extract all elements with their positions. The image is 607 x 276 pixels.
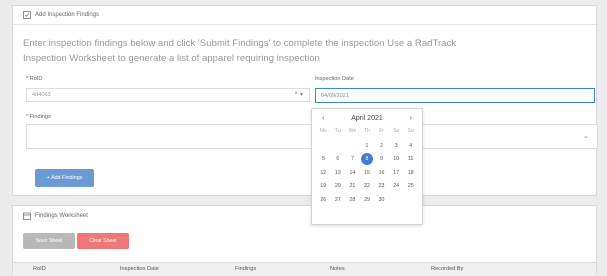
calendar-day[interactable]: 20 [331, 180, 346, 194]
chevron-down-icon[interactable]: ⌄ [583, 132, 589, 140]
col-recorded-by[interactable]: Recorded By [431, 266, 463, 272]
calendar-day[interactable]: 21 [345, 180, 360, 194]
calendar-day[interactable]: 19 [316, 180, 331, 194]
date-picker: ‹ April 2021 › Mo Tu We Th Fr Sa Su 1 2 3 4 5 6 7 8 9 10… [311, 108, 423, 225]
calendar-day[interactable]: 16 [374, 167, 389, 181]
clear-sheet-button[interactable]: Clear Sheet [77, 233, 129, 249]
weekday-label: Tu [335, 128, 341, 134]
intro-text: Enter inspection findings below and clic… [23, 38, 457, 64]
roid-select[interactable]: 4d4063 × ▾ [26, 88, 310, 102]
inspection-date-input[interactable]: 04/09/2021 [315, 88, 595, 103]
weekday-label: Mo [319, 128, 327, 134]
checklist-icon [23, 11, 31, 19]
calendar-icon [23, 212, 31, 220]
calendar-day[interactable]: 17 [389, 167, 404, 181]
calendar-day[interactable]: 22 [360, 180, 375, 194]
add-findings-panel: Add Inspection Findings Enter inspection… [12, 5, 598, 196]
weekday-label: Su [407, 128, 414, 134]
calendar-day[interactable]: 6 [331, 153, 346, 167]
calendar-day[interactable]: 24 [389, 180, 404, 194]
findings-label: * Findings [26, 114, 51, 120]
calendar-grid: Mo Tu We Th Fr Sa Su 1 2 3 4 5 6 7 8 9 10 11 12 13 14 15 16 17 1… [316, 126, 418, 208]
calendar-day[interactable]: 23 [374, 180, 389, 194]
add-findings-header: Add Inspection Findings [13, 6, 596, 25]
calendar-day[interactable]: 25 [403, 180, 418, 194]
calendar-day[interactable]: 9 [374, 153, 389, 167]
add-findings-title: Add Inspection Findings [35, 12, 100, 18]
calendar-day[interactable]: 12 [316, 167, 331, 181]
calendar-day[interactable]: 3 [389, 140, 404, 154]
inspection-date-label: Inspection Date [315, 76, 354, 82]
next-month-icon[interactable]: › [409, 114, 412, 122]
calendar-day[interactable]: 1 [360, 140, 375, 154]
calendar-day[interactable]: 4 [403, 140, 418, 154]
calendar-day[interactable]: 27 [331, 194, 346, 208]
calendar-day[interactable]: 5 [316, 153, 331, 167]
date-picker-header: ‹ April 2021 › [312, 113, 422, 123]
weekday-label: We [348, 128, 357, 134]
calendar-day[interactable]: 28 [345, 194, 360, 208]
calendar-day[interactable]: 29 [360, 194, 375, 208]
clear-icon[interactable]: × [294, 91, 298, 98]
month-label: April 2021 [351, 114, 383, 122]
save-sheet-button[interactable]: Save Sheet [23, 233, 75, 249]
calendar-day[interactable]: 2 [374, 140, 389, 154]
chevron-down-icon[interactable]: ▾ [300, 91, 303, 98]
calendar-day[interactable]: 14 [345, 167, 360, 181]
findings-worksheet-panel: Findings Worksheet Save Sheet Clear Shee… [12, 205, 597, 276]
calendar-day[interactable]: 18 [403, 167, 418, 181]
calendar-blank [331, 140, 346, 154]
calendar-day[interactable]: 10 [389, 153, 404, 167]
calendar-day-selected[interactable]: 8 [360, 153, 375, 167]
calendar-day[interactable]: 13 [331, 167, 346, 181]
col-inspection-date[interactable]: Inspection Date [120, 266, 159, 272]
calendar-day[interactable]: 26 [316, 194, 331, 208]
prev-month-icon[interactable]: ‹ [322, 114, 325, 122]
roid-label: * RoID [26, 76, 43, 82]
calendar-day[interactable]: 30 [374, 194, 389, 208]
add-findings-button[interactable]: + Add Findings [35, 169, 94, 187]
calendar-blank [345, 140, 360, 154]
worksheet-title: Findings Worksheet [35, 213, 88, 219]
col-roid[interactable]: RoID [33, 266, 46, 272]
weekday-label: Th [364, 128, 370, 134]
weekday-label: Fr [379, 128, 384, 134]
calendar-day[interactable]: 11 [403, 153, 418, 167]
inspection-date-value: 04/09/2021 [321, 92, 349, 99]
col-findings[interactable]: Findings [235, 266, 256, 272]
calendar-blank [316, 140, 331, 154]
worksheet-header: Findings Worksheet [13, 206, 596, 226]
col-notes[interactable]: Notes [330, 266, 345, 272]
weekday-label: Sa [393, 128, 400, 134]
roid-value: 4d4063 [32, 92, 51, 98]
calendar-day[interactable]: 7 [345, 153, 360, 167]
calendar-day[interactable]: 15 [360, 167, 375, 181]
